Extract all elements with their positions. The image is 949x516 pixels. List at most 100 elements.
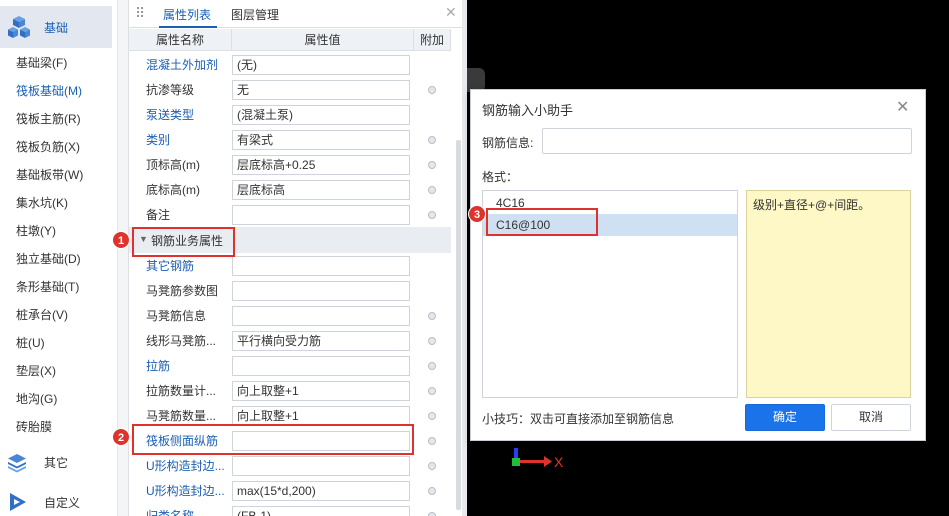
column-header-value[interactable]: 属性值 [232, 29, 414, 51]
callout-badge-1: 1 [112, 231, 130, 249]
axis-origin [512, 458, 520, 466]
property-name[interactable]: U形构造封边... [146, 456, 225, 476]
property-name: 马凳筋信息 [146, 309, 207, 323]
property-value-input[interactable]: 有梁式 [232, 130, 410, 150]
column-header-extra[interactable]: 附加 [414, 29, 451, 51]
extra-toggle-dot[interactable] [428, 362, 436, 370]
extra-toggle-dot[interactable] [428, 161, 436, 169]
sidebar-item[interactable]: 筏板基础(M) [16, 83, 82, 99]
property-value-input[interactable]: (无) [232, 55, 410, 75]
extra-toggle-dot[interactable] [428, 387, 436, 395]
axis-x-line [516, 460, 546, 463]
property-name: 顶标高(m) [146, 158, 200, 172]
property-name[interactable]: 泵送类型 [146, 105, 194, 125]
sidebar-category-foundation[interactable]: 基础 [0, 6, 112, 48]
column-header-name[interactable]: 属性名称 [129, 29, 232, 51]
property-value-input[interactable]: (FB-1) [232, 506, 410, 516]
property-value-text: 层底标高+0.25 [237, 158, 316, 172]
extra-toggle-dot[interactable] [428, 437, 436, 445]
component-sidebar: 基础 基础梁(F) 筏板基础(M) 筏板主筋(R) 筏板负筋(X) 基础板带(W) 集水坑… [0, 0, 118, 516]
sidebar-item[interactable]: 条形基础(T) [16, 279, 79, 295]
property-name: 拉筋数量计... [146, 384, 217, 398]
sidebar-item[interactable]: 筏板负筋(X) [16, 139, 80, 155]
property-name[interactable]: 混凝土外加剂 [146, 55, 218, 75]
sidebar-item[interactable]: 桩(U) [16, 335, 45, 351]
property-value-input[interactable]: (混凝土泵) [232, 105, 410, 125]
tab-property-list[interactable]: 属性列表 [163, 6, 211, 23]
sidebar-item[interactable]: 集水坑(K) [16, 195, 68, 211]
close-icon[interactable]: ✕ [896, 97, 909, 117]
extra-toggle-dot[interactable] [428, 211, 436, 219]
extra-toggle-dot[interactable] [428, 86, 436, 94]
extra-toggle-dot[interactable] [428, 312, 436, 320]
property-name[interactable]: 类别 [146, 130, 170, 150]
cancel-button[interactable]: 取消 [831, 404, 911, 431]
property-name: 备注 [146, 208, 171, 222]
sidebar-category-other[interactable]: 其它 [0, 448, 118, 476]
property-value-input[interactable] [232, 205, 410, 225]
property-name: 马凳筋数量... [146, 409, 217, 423]
callout-box-2 [132, 424, 414, 455]
callout-badge-2: 2 [112, 428, 130, 446]
property-value-input[interactable] [232, 256, 410, 276]
drag-handle-icon[interactable]: ⠿ [135, 5, 145, 22]
callout-box-1 [132, 227, 235, 257]
confirm-button[interactable]: 确定 [745, 404, 825, 431]
tab-layer-management[interactable]: 图层管理 [231, 6, 279, 23]
property-value-input[interactable] [232, 456, 410, 476]
property-name[interactable]: 归类名称 [146, 506, 194, 516]
sidebar-item[interactable]: 垫层(X) [16, 363, 56, 379]
property-value-text: (FB-1) [237, 509, 271, 516]
property-value-input[interactable]: 层底标高+0.25 [232, 155, 410, 175]
extra-toggle-dot[interactable] [428, 487, 436, 495]
property-value-input[interactable]: 向上取整+1 [232, 381, 410, 401]
extra-toggle-dot[interactable] [428, 186, 436, 194]
extra-toggle-dot[interactable] [428, 337, 436, 345]
sidebar-item[interactable]: 柱墩(Y) [16, 223, 56, 239]
property-value-text: max(15*d,200) [237, 484, 316, 498]
property-value-input[interactable]: 层底标高 [232, 180, 410, 200]
sidebar-category-label: 基础 [44, 20, 69, 35]
close-icon[interactable]: ✕ [445, 4, 457, 21]
sidebar-item[interactable]: 独立基础(D) [16, 251, 81, 267]
panel-tab-bar: ⠿ 属性列表 图层管理 ✕ [129, 0, 463, 28]
property-value-text: 平行横向受力筋 [237, 334, 322, 348]
extra-toggle-dot[interactable] [428, 136, 436, 144]
property-value-text: 有梁式 [237, 133, 274, 147]
extra-toggle-dot[interactable] [428, 512, 436, 516]
layers-icon [8, 454, 26, 473]
property-name[interactable]: 其它钢筋 [146, 256, 194, 276]
tip-text: 小技巧：双击可直接添加至钢筋信息 [482, 412, 675, 426]
sidebar-item[interactable]: 基础梁(F) [16, 55, 67, 71]
property-value-text: (混凝土泵) [237, 108, 293, 122]
property-value-input[interactable]: 向上取整+1 [232, 406, 410, 426]
panel-scrollbar[interactable] [456, 140, 461, 510]
format-label: 格式： [482, 170, 519, 184]
rebar-info-input[interactable] [542, 128, 912, 154]
sidebar-item[interactable]: 基础板带(W) [16, 167, 83, 183]
extra-toggle-dot[interactable] [428, 462, 436, 470]
sidebar-item[interactable]: 砖胎膜 [16, 419, 52, 435]
dialog-title: 钢筋输入小助手 [482, 103, 574, 118]
property-name[interactable]: 拉筋 [146, 356, 170, 376]
property-name[interactable]: U形构造封边... [146, 481, 225, 501]
sidebar-category-custom[interactable]: 自定义 [0, 488, 118, 516]
property-name: 马凳筋参数图 [146, 284, 219, 298]
callout-box-3 [486, 208, 598, 236]
property-value-input[interactable] [232, 306, 410, 326]
sidebar-item[interactable]: 桩承台(V) [16, 307, 68, 323]
sidebar-category-label: 其它 [44, 455, 69, 470]
property-value-input[interactable]: max(15*d,200) [232, 481, 410, 501]
format-hint-box: 级别+直径+@+间距。 [746, 190, 911, 398]
property-name: 抗渗等级 [146, 83, 195, 97]
sidebar-item[interactable]: 筏板主筋(R) [16, 111, 81, 127]
extra-toggle-dot[interactable] [428, 412, 436, 420]
property-value-text: 向上取整+1 [237, 384, 299, 398]
sidebar-item[interactable]: 地沟(G) [16, 391, 57, 407]
property-value-input[interactable] [232, 356, 410, 376]
property-value-input[interactable]: 无 [232, 80, 410, 100]
property-value-input[interactable]: 平行横向受力筋 [232, 331, 410, 351]
property-value-text: 层底标高 [237, 183, 286, 197]
property-value-input[interactable] [232, 281, 410, 301]
cubes-icon [8, 16, 30, 38]
